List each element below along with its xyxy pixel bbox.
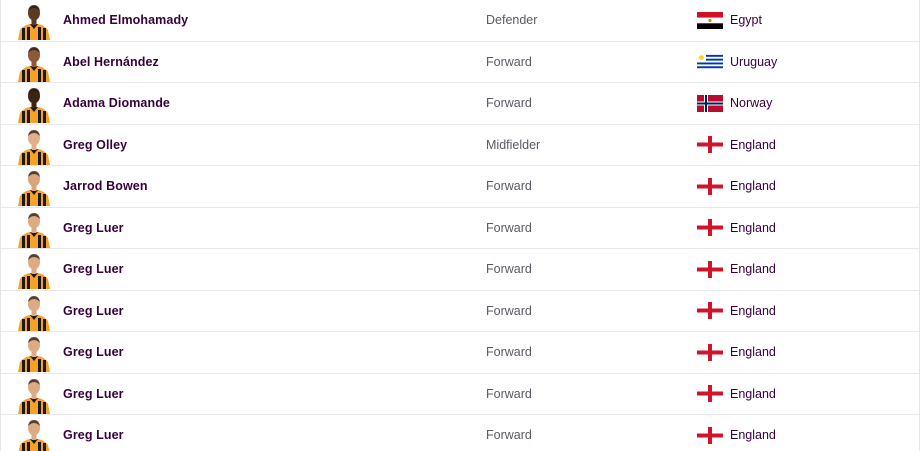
england-flag [697,426,730,444]
player-row[interactable]: Adama Diomande Forward Norway [1,83,919,125]
england-flag [697,343,730,361]
player-avatar [16,2,52,40]
player-name[interactable]: Abel Hernández [63,55,159,69]
player-avatar [16,293,52,331]
player-name[interactable]: Greg Luer [63,428,124,442]
player-name[interactable]: Greg Luer [63,304,124,318]
player-row[interactable]: Greg Luer Forward England [1,291,919,332]
player-row[interactable]: Greg Luer Forward England [1,208,919,249]
player-name[interactable]: Adama Diomande [63,96,170,110]
country-name: England [730,220,776,235]
player-name[interactable]: Greg Olley [63,138,127,152]
player-position: Forward [486,220,532,235]
england-flag [697,136,730,154]
country-name: Norway [730,96,773,111]
squad-list: Ahmed Elmohamady Defender Egypt Abel Hernán… [0,0,920,451]
player-avatar [16,210,52,248]
player-nationality: England [697,343,776,361]
country-name: Egypt [730,13,762,28]
england-flag [697,260,730,278]
country-name: England [730,428,776,443]
player-name[interactable]: Jarrod Bowen [63,179,148,193]
player-row[interactable]: Ahmed Elmohamady Defender Egypt [1,0,919,42]
uruguay-flag [697,53,730,71]
player-row[interactable]: Jarrod Bowen Forward England [1,166,919,208]
player-position: Forward [486,303,532,318]
england-flag [697,219,730,237]
player-avatar [16,44,52,82]
country-name: England [730,303,776,318]
player-avatar [16,251,52,289]
norway-flag [697,94,730,112]
country-name: Uruguay [730,54,778,69]
player-nationality: England [697,219,776,237]
player-position: Forward [486,345,532,360]
player-position: Forward [486,386,532,401]
player-nationality: England [697,385,776,403]
player-row[interactable]: Greg Luer Forward England [1,374,919,415]
player-position: Forward [486,179,532,194]
country-name: England [730,345,776,360]
player-avatar [16,417,52,451]
player-position: Midfielder [486,137,541,152]
country-name: England [730,179,776,194]
england-flag [697,385,730,403]
player-nationality: England [697,426,776,444]
player-avatar [16,85,52,123]
player-name[interactable]: Greg Luer [63,345,124,359]
country-name: England [730,137,776,152]
player-row[interactable]: Greg Luer Forward England [1,415,919,451]
player-name[interactable]: Greg Luer [63,387,124,401]
player-avatar [16,376,52,414]
player-position: Forward [486,262,532,277]
player-nationality: England [697,302,776,320]
england-flag [697,177,730,195]
player-row[interactable]: Greg Olley Midfielder England [1,125,919,166]
player-name[interactable]: Greg Luer [63,262,124,276]
player-position: Defender [486,13,538,28]
player-nationality: Uruguay [697,53,778,71]
player-position: Forward [486,428,532,443]
country-name: England [730,262,776,277]
player-nationality: England [697,136,776,154]
player-row[interactable]: Greg Luer Forward England [1,249,919,291]
player-nationality: England [697,177,776,195]
player-nationality: England [697,260,776,278]
england-flag [697,302,730,320]
player-nationality: Egypt [697,11,762,29]
player-nationality: Norway [697,94,773,112]
player-avatar [16,127,52,165]
player-name[interactable]: Ahmed Elmohamady [63,13,188,27]
egypt-flag [697,11,730,29]
player-position: Forward [486,54,532,69]
player-name[interactable]: Greg Luer [63,221,124,235]
player-position: Forward [486,96,532,111]
player-row[interactable]: Abel Hernández Forward Uruguay [1,42,919,83]
player-avatar [16,334,52,372]
player-row[interactable]: Greg Luer Forward England [1,332,919,374]
player-avatar [16,168,52,206]
country-name: England [730,386,776,401]
